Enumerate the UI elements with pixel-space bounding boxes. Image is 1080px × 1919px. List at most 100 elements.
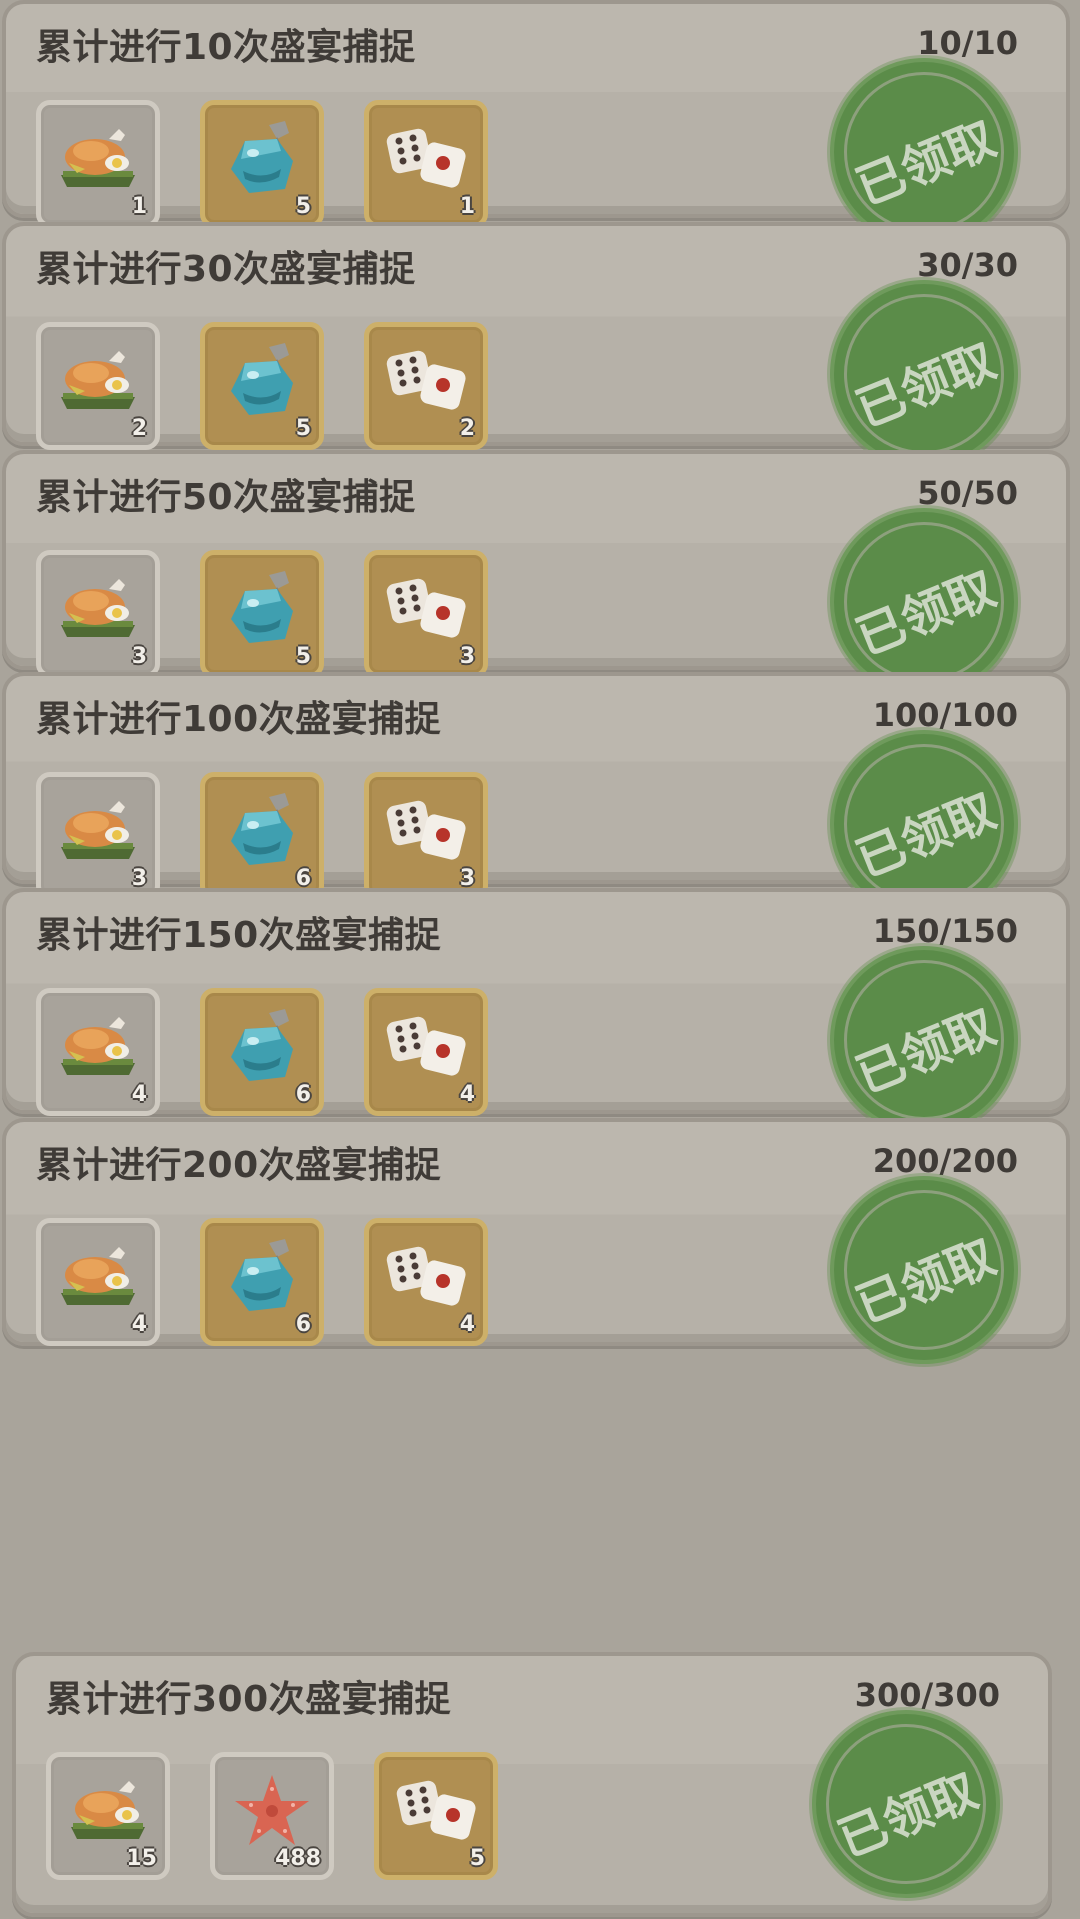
- claimed-stamp: 已领取: [834, 62, 1014, 242]
- claimed-label: 已领取: [848, 110, 1004, 217]
- blue-potion-icon: [219, 789, 305, 875]
- reward-count: 6: [295, 1082, 311, 1107]
- task-title: 累计进行10次盛宴捕捉: [36, 27, 416, 68]
- task-title: 累计进行200次盛宴捕捉: [36, 1145, 442, 1186]
- dice-icon: [383, 339, 469, 425]
- reward-item[interactable]: 6: [200, 1218, 324, 1346]
- dice-icon: [393, 1769, 479, 1855]
- reward-count: 3: [459, 644, 475, 669]
- claimed-stamp: 已领取: [834, 512, 1014, 692]
- claimed-label: 已领取: [848, 332, 1004, 439]
- feast-plate-icon: [55, 1005, 141, 1091]
- blue-potion-icon: [219, 567, 305, 653]
- reward-item[interactable]: 5: [374, 1752, 498, 1880]
- task-progress: 30/30: [917, 246, 1018, 284]
- claimed-label: 已领取: [848, 998, 1004, 1105]
- task-list: 累计进行10次盛宴捕捉 10/10 1 5 1 已领取 累计进行30次盛宴捕捉 30/30 2 5…: [0, 0, 1080, 1919]
- reward-item[interactable]: 3: [36, 772, 160, 900]
- claimed-label: 已领取: [848, 1228, 1004, 1335]
- reward-count: 4: [131, 1312, 147, 1337]
- blue-potion-icon: [219, 117, 305, 203]
- dice-icon: [383, 117, 469, 203]
- blue-potion-icon: [219, 1235, 305, 1321]
- reward-item[interactable]: 1: [36, 100, 160, 228]
- reward-count: 5: [295, 194, 311, 219]
- task-card: 累计进行30次盛宴捕捉 30/30 2 5 2 已领取: [2, 222, 1070, 464]
- reward-count: 5: [295, 416, 311, 441]
- reward-items: 363: [36, 772, 488, 900]
- blue-potion-icon: [219, 1005, 305, 1091]
- blue-potion-icon: [219, 339, 305, 425]
- reward-count: 5: [295, 644, 311, 669]
- reward-item[interactable]: 4: [364, 988, 488, 1116]
- task-progress: 300/300: [854, 1676, 1000, 1714]
- reward-count: 4: [459, 1312, 475, 1337]
- task-card: 累计进行10次盛宴捕捉 10/10 1 5 1 已领取: [2, 0, 1070, 242]
- reward-item[interactable]: 4: [364, 1218, 488, 1346]
- reward-item[interactable]: 2: [36, 322, 160, 450]
- task-title: 累计进行150次盛宴捕捉: [36, 915, 442, 956]
- reward-item[interactable]: 3: [36, 550, 160, 678]
- task-progress: 10/10: [917, 24, 1018, 62]
- claimed-stamp: 已领取: [834, 734, 1014, 914]
- reward-items: 2 5 2: [36, 322, 488, 450]
- task-card: 累计进行200次盛宴捕捉 200/200 4 6 4 已领取: [2, 1118, 1070, 1360]
- task-progress: 150/150: [872, 912, 1018, 950]
- claimed-stamp: 已领取: [834, 950, 1014, 1130]
- dice-icon: [383, 1235, 469, 1321]
- task-card: 累计进行100次盛宴捕捉 100/100 3 6 3 已领取: [2, 672, 1070, 914]
- reward-count: 1: [131, 194, 147, 219]
- task-card: 累计进行300次盛宴捕捉 300/300 15 488 5 已领取: [12, 1652, 1052, 1917]
- reward-items: 4 6 4: [36, 988, 488, 1116]
- reward-item[interactable]: 5: [200, 550, 324, 678]
- claimed-stamp: 已领取: [834, 1180, 1014, 1360]
- claimed-label: 已领取: [848, 560, 1004, 667]
- claimed-stamp: 已领取: [816, 1714, 996, 1894]
- reward-item[interactable]: 5: [200, 100, 324, 228]
- task-title: 累计进行300次盛宴捕捉: [46, 1679, 452, 1720]
- feast-plate-icon: [55, 1235, 141, 1321]
- task-title: 累计进行50次盛宴捕捉: [36, 477, 416, 518]
- reward-item[interactable]: 5: [200, 322, 324, 450]
- feast-plate-icon: [55, 339, 141, 425]
- dice-icon: [383, 789, 469, 875]
- reward-count: 5: [469, 1846, 485, 1871]
- task-card: 累计进行50次盛宴捕捉 50/50 3 5 3 已领取: [2, 450, 1070, 692]
- reward-items: 4 6 4: [36, 1218, 488, 1346]
- feast-plate-icon: [55, 789, 141, 875]
- reward-item[interactable]: 3: [364, 550, 488, 678]
- claimed-stamp: 已领取: [834, 284, 1014, 464]
- reward-item[interactable]: 488: [210, 1752, 334, 1880]
- reward-item[interactable]: 15: [46, 1752, 170, 1880]
- reward-count: 4: [459, 1082, 475, 1107]
- reward-items: 3 5 3: [36, 550, 488, 678]
- dice-icon: [383, 567, 469, 653]
- task-progress: 200/200: [872, 1142, 1018, 1180]
- dice-icon: [383, 1005, 469, 1091]
- feast-plate-icon: [55, 117, 141, 203]
- reward-item[interactable]: 1: [364, 100, 488, 228]
- reward-count: 1: [459, 194, 475, 219]
- reward-count: 2: [131, 416, 147, 441]
- task-title: 累计进行100次盛宴捕捉: [36, 699, 442, 740]
- task-progress: 50/50: [917, 474, 1018, 512]
- task-title: 累计进行30次盛宴捕捉: [36, 249, 416, 290]
- reward-count: 6: [295, 1312, 311, 1337]
- reward-item[interactable]: 6: [200, 772, 324, 900]
- reward-item[interactable]: 6: [200, 988, 324, 1116]
- reward-item[interactable]: 2: [364, 322, 488, 450]
- reward-count: 4: [131, 1082, 147, 1107]
- starfish-icon: [229, 1769, 315, 1855]
- reward-count: 488: [275, 1846, 321, 1871]
- claimed-label: 已领取: [848, 782, 1004, 889]
- reward-item[interactable]: 4: [36, 988, 160, 1116]
- reward-item[interactable]: 4: [36, 1218, 160, 1346]
- task-progress: 100/100: [872, 696, 1018, 734]
- reward-count: 3: [131, 644, 147, 669]
- reward-items: 1 5 1: [36, 100, 488, 228]
- feast-plate-icon: [55, 567, 141, 653]
- reward-count: 2: [459, 416, 475, 441]
- claimed-label: 已领取: [830, 1762, 986, 1869]
- reward-item[interactable]: 3: [364, 772, 488, 900]
- reward-count: 15: [126, 1846, 157, 1871]
